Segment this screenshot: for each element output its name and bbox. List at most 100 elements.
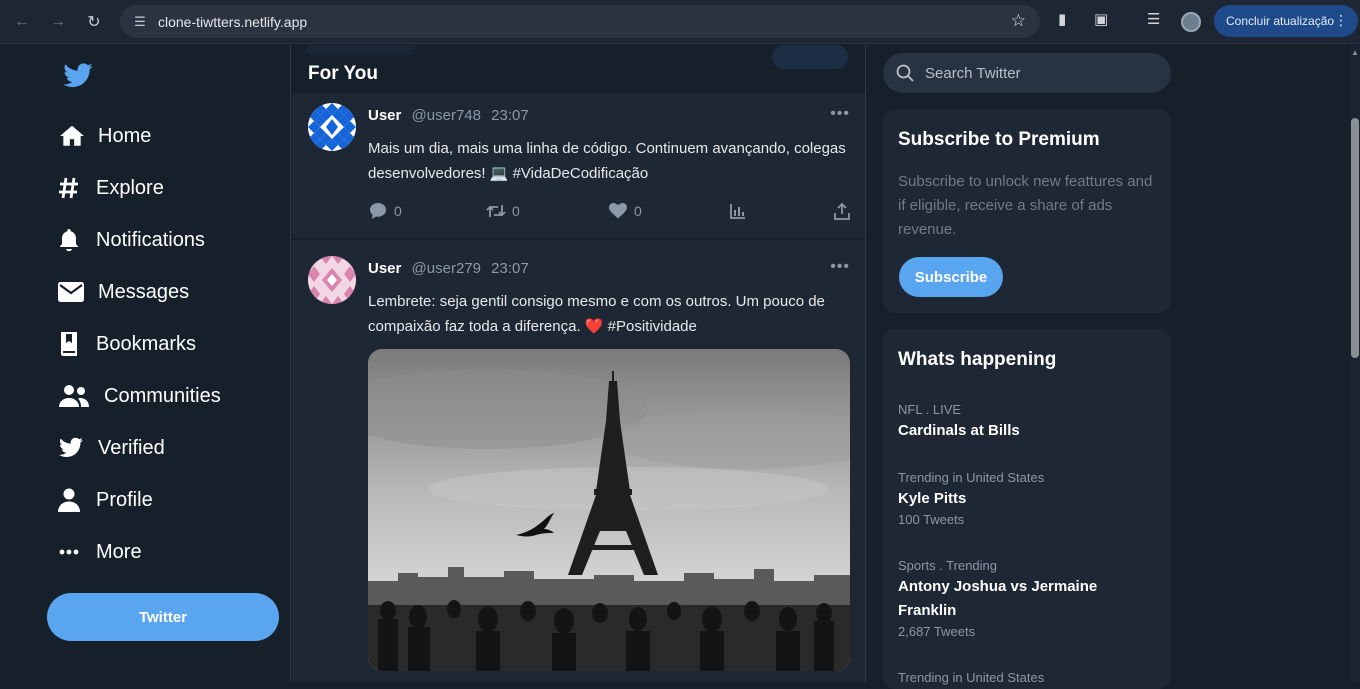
profile-avatar[interactable] (1181, 12, 1201, 32)
menu-kebab-icon[interactable]: ⋮ (1334, 12, 1348, 29)
more-dots-icon (58, 538, 80, 566)
retweet-icon (486, 201, 506, 221)
extension-icon[interactable]: ▮ (1058, 10, 1066, 28)
header-overlay (306, 45, 416, 55)
trend-title: Antony Joshua vs Jermaine Franklin (898, 578, 1098, 619)
site-settings-icon[interactable]: ☰ (130, 12, 150, 32)
users-icon (58, 382, 90, 410)
analytics-button[interactable] (728, 201, 754, 221)
tweet-image[interactable] (368, 349, 850, 671)
search-icon (895, 63, 915, 83)
tweet-handle[interactable]: @user748 (412, 107, 481, 124)
premium-description: Subscribe to unlock new feattures and if… (898, 173, 1153, 238)
premium-card: Subscribe to Premium Subscribe to unlock… (883, 109, 1171, 313)
trend-item[interactable]: NFL . LIVE Cardinals at Bills (898, 401, 1158, 443)
sidebar-item-label: Communities (104, 384, 221, 407)
forward-icon[interactable]: → (44, 8, 72, 36)
sidebar-item-messages[interactable]: Messages (58, 274, 189, 310)
sidebar-item-label: Messages (98, 280, 190, 303)
page-title: For You (308, 63, 379, 84)
reply-button[interactable]: 0 (368, 201, 402, 221)
twitter-page: Home Explore Notifications Messages Book… (0, 45, 1360, 689)
sidebar-item-label: More (96, 540, 142, 563)
tweet-header: User @user279 23:07 (368, 260, 529, 277)
update-button[interactable]: Concluir atualização ⋮ (1214, 5, 1358, 37)
tweet-card[interactable]: User @user748 23:07 ••• Mais um dia, mai… (292, 93, 865, 239)
sidebar-item-explore[interactable]: Explore (58, 170, 164, 206)
avatar[interactable] (308, 256, 356, 304)
twitter-logo-icon[interactable] (62, 60, 94, 92)
like-count: 0 (634, 203, 642, 219)
sidebar-item-label: Notifications (96, 228, 205, 251)
tweet-text: Mais um dia, mais uma linha de código. C… (368, 140, 846, 182)
sidebar-item-label: Profile (96, 488, 153, 511)
tweet-text: Lembrete: seja gentil consigo mesmo e co… (368, 293, 825, 335)
trend-item[interactable]: Trending in United States (898, 669, 1158, 687)
tweet-author-name[interactable]: User (368, 107, 401, 124)
twitter-bird-icon (58, 434, 84, 462)
retweet-button[interactable]: 0 (486, 201, 520, 221)
tweet-button[interactable]: Twitter (47, 593, 279, 641)
back-icon[interactable]: ← (8, 8, 36, 36)
sidebar-item-profile[interactable]: Profile (58, 482, 153, 518)
sidebar-item-label: Explore (96, 176, 164, 199)
trend-count: 100 Tweets (898, 512, 965, 527)
comment-icon (368, 201, 388, 221)
sidebar-item-label: Verified (98, 436, 165, 459)
sidebar: Home Explore Notifications Messages Book… (0, 45, 291, 682)
user-icon (58, 486, 80, 514)
scrollbar-thumb[interactable] (1351, 118, 1359, 358)
more-options-icon[interactable]: ••• (830, 105, 850, 123)
trend-title: Kyle Pitts (898, 490, 967, 507)
share-button[interactable] (832, 201, 858, 221)
trend-category: Trending in United States (898, 470, 1045, 485)
subscribe-button[interactable]: Subscribe (899, 257, 1003, 297)
sidebar-item-notifications[interactable]: Notifications (58, 222, 205, 258)
heart-icon (608, 201, 628, 221)
like-button[interactable]: 0 (608, 201, 642, 221)
sidebar-item-label: Home (98, 124, 152, 147)
tweet-actions: 0 0 0 (368, 201, 852, 223)
chart-bars-icon (728, 201, 748, 221)
header-overlay (772, 45, 848, 69)
search-placeholder: Search Twitter (925, 64, 1021, 82)
reload-icon[interactable]: ↻ (80, 8, 108, 36)
more-options-icon[interactable]: ••• (830, 258, 850, 276)
tweet-time: 23:07 (491, 107, 529, 124)
browser-toolbar: ← → ↻ ☰ clone-tiwtters.netlify.app ☆ ▮ ▣… (0, 0, 1360, 44)
bookmark-star-icon[interactable]: ☆ (1011, 11, 1026, 31)
home-icon (58, 122, 86, 150)
share-icon (832, 201, 852, 221)
trend-title: Cardinals at Bills (898, 422, 1020, 439)
trend-category: NFL . LIVE (898, 402, 962, 417)
trend-item[interactable]: Trending in United States Kyle Pitts 100… (898, 469, 1158, 529)
avatar[interactable] (308, 103, 356, 151)
bookmark-icon (58, 330, 80, 358)
trend-count: 2,687 Tweets (898, 624, 976, 639)
feed: For You User @user748 23:07 ••• Mais um … (292, 45, 866, 682)
search-input[interactable]: Search Twitter (883, 53, 1171, 93)
hashtag-icon (58, 174, 80, 202)
sidebar-item-verified[interactable]: Verified (58, 430, 165, 466)
scroll-up-arrow-icon[interactable]: ▲ (1351, 48, 1359, 57)
bell-icon (58, 226, 80, 254)
tweet-time: 23:07 (491, 260, 529, 277)
address-bar[interactable]: ☰ clone-tiwtters.netlify.app ☆ (120, 5, 1040, 38)
trend-category: Trending in United States (898, 670, 1045, 685)
whats-happening-card: Whats happening NFL . LIVE Cardinals at … (883, 329, 1171, 689)
premium-title: Subscribe to Premium (898, 129, 1100, 150)
url-text[interactable]: clone-tiwtters.netlify.app (158, 14, 307, 30)
feed-header: For You (292, 45, 865, 93)
tweet-author-name[interactable]: User (368, 260, 401, 277)
tweet-handle[interactable]: @user279 (412, 260, 481, 277)
tweet-card[interactable]: User @user279 23:07 ••• Lembrete: seja g… (292, 240, 865, 682)
extensions-puzzle-icon[interactable]: ▣ (1094, 10, 1108, 28)
sidebar-item-communities[interactable]: Communities (58, 378, 221, 414)
sidebar-item-home[interactable]: Home (58, 118, 151, 154)
sidebar-item-more[interactable]: More (58, 534, 142, 570)
retweet-count: 0 (512, 203, 520, 219)
sidebar-item-bookmarks[interactable]: Bookmarks (58, 326, 196, 362)
reply-count: 0 (394, 203, 402, 219)
media-queue-icon[interactable]: ☰ (1147, 10, 1160, 28)
trend-item[interactable]: Sports . Trending Antony Joshua vs Jerma… (898, 557, 1158, 641)
